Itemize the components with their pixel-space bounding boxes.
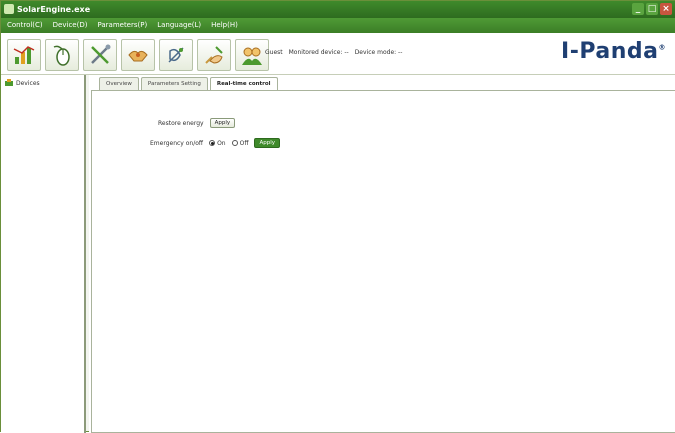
status-device-mode: Device mode: -- — [354, 49, 403, 56]
tools-icon — [91, 44, 111, 64]
menu-item-device[interactable]: Device(D) — [53, 18, 88, 33]
window-title: SolarEngine.exe — [17, 5, 91, 14]
status-user: Guest — [265, 49, 283, 56]
radio-off[interactable]: Off — [231, 139, 249, 147]
hand-pen-button[interactable] — [197, 39, 231, 71]
emergency-label: Emergency on/off — [150, 139, 204, 147]
real-time-control-panel: Restore energy Apply Emergency on/off On… — [91, 90, 675, 433]
radio-on-indicator — [209, 140, 216, 146]
satellite-icon — [168, 47, 184, 63]
tools-button[interactable] — [83, 39, 117, 71]
hand-pen-icon — [205, 46, 223, 64]
users-icon — [242, 47, 262, 65]
toolbar: Guest Monitored device: -- Device mode: … — [1, 33, 675, 75]
logo-registered-mark: ® — [658, 43, 666, 52]
hands-button[interactable] — [121, 39, 155, 71]
tab-real-time-control[interactable]: Real-time control — [209, 77, 278, 91]
mouse-icon — [53, 45, 70, 66]
radio-off-indicator — [231, 140, 238, 146]
tab-bar: Overview Parameters Setting Real-time co… — [99, 77, 278, 91]
radio-off-label: Off — [239, 139, 249, 147]
minimize-button[interactable]: _ — [632, 3, 644, 15]
satellite-button[interactable] — [159, 39, 193, 71]
menu-item-help[interactable]: Help(H) — [211, 18, 238, 33]
main-content: Overview Parameters Setting Real-time co… — [89, 75, 675, 433]
hands-icon — [128, 50, 148, 62]
restore-apply-button[interactable]: Apply — [209, 118, 236, 128]
tree-item-label: Devices — [16, 79, 40, 87]
menu-bar: Control(C) Device(D) Parameters(P) Langu… — [1, 18, 675, 33]
window-controls: _ □ × — [632, 3, 672, 15]
menu-item-language[interactable]: Language(L) — [157, 18, 201, 33]
tree-item-devices[interactable]: Devices — [5, 79, 40, 87]
tab-overview[interactable]: Overview — [99, 77, 139, 90]
menu-item-parameters[interactable]: Parameters(P) — [97, 18, 147, 33]
close-button[interactable]: × — [660, 3, 672, 15]
users-button[interactable] — [235, 39, 269, 71]
device-tree: Devices — [1, 75, 86, 433]
brand-logo: I-Panda® — [561, 39, 666, 64]
app-icon — [4, 4, 14, 14]
mouse-button[interactable] — [45, 39, 79, 71]
chart-icon — [13, 46, 35, 64]
tab-parameters-setting[interactable]: Parameters Setting — [140, 77, 208, 90]
title-bar: SolarEngine.exe _ □ × — [1, 1, 675, 18]
status-monitored-device: Monitored device: -- — [288, 49, 349, 56]
maximize-button[interactable]: □ — [646, 3, 658, 15]
radio-on[interactable]: On — [209, 140, 226, 147]
status-bar: Guest Monitored device: -- Device mode: … — [265, 49, 402, 56]
restore-energy-label: Restore energy — [158, 119, 204, 127]
devices-icon — [5, 79, 13, 86]
radio-on-label: On — [217, 139, 226, 147]
logo-text: I-Panda — [561, 39, 659, 64]
restore-energy-row: Restore energy Apply — [158, 118, 236, 128]
app-window: SolarEngine.exe _ □ × Control(C) Device(… — [0, 0, 675, 433]
menu-item-control[interactable]: Control(C) — [7, 18, 43, 33]
emergency-row: Emergency on/off On Off Apply — [150, 138, 280, 148]
chart-button[interactable] — [7, 39, 41, 71]
emergency-apply-button[interactable]: Apply — [254, 138, 280, 148]
